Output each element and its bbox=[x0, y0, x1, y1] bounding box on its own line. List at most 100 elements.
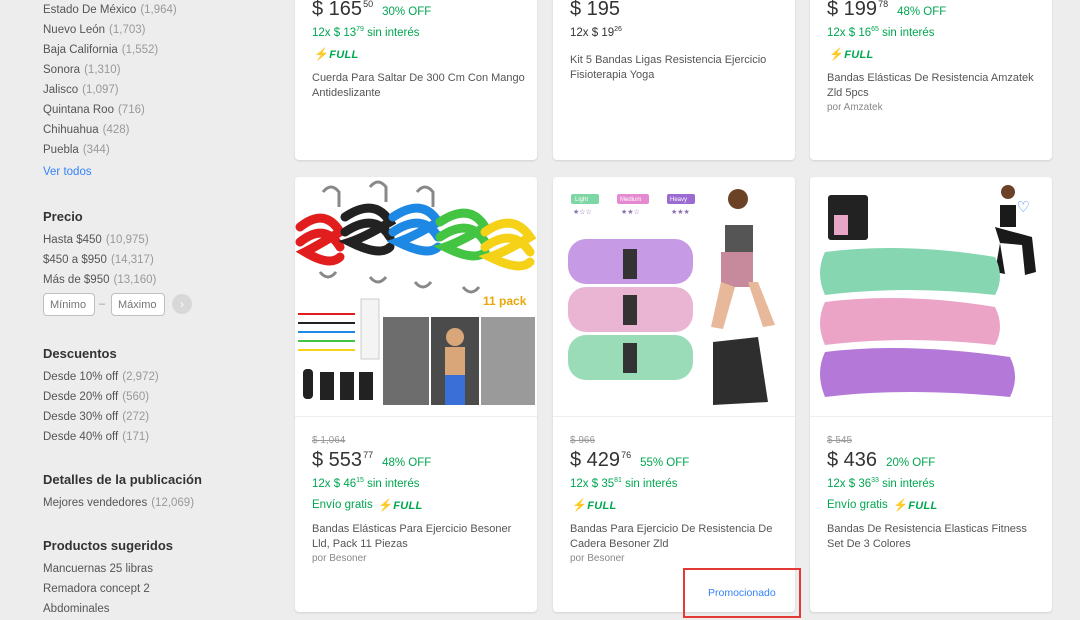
svg-text:★★★: ★★★ bbox=[671, 208, 690, 216]
price-range-dash: – bbox=[99, 298, 106, 310]
price: $ 553 77 48% OFF bbox=[312, 449, 525, 472]
seller-name: por Besoner bbox=[570, 552, 625, 564]
section-title-precio: Precio bbox=[43, 209, 83, 224]
installments: 12x $ 1926 bbox=[570, 26, 622, 39]
suggested-product-link[interactable]: Remadora concept 2 bbox=[43, 583, 150, 595]
price-amount: $ 199 bbox=[827, 0, 878, 20]
shipping: Envío gratis ⚡FULL bbox=[827, 498, 1040, 512]
price: $ 199 78 48% OFF bbox=[827, 0, 1040, 21]
price-amount: $ 195 bbox=[570, 0, 621, 20]
original-price: $ 966 bbox=[570, 435, 596, 446]
original-price: $ 545 bbox=[827, 435, 853, 446]
filter-count: (2,972) bbox=[122, 371, 159, 383]
suggested-product-link[interactable]: Mancuernas 25 libras bbox=[43, 563, 153, 575]
filter-count: (716) bbox=[117, 104, 145, 116]
product-title[interactable]: Bandas Elásticas Para Ejercicio Besoner … bbox=[312, 522, 525, 552]
product-image[interactable]: Light Medium Heavy ★☆☆ ★★☆ ★★★ bbox=[553, 177, 795, 417]
free-shipping-label: Envío gratis bbox=[312, 498, 373, 511]
bolt-icon: ⚡ bbox=[892, 497, 909, 512]
price: $ 165 50 30% OFF bbox=[312, 0, 525, 21]
filter-label: Desde 40% off bbox=[43, 431, 119, 443]
filter-count: (272) bbox=[122, 411, 150, 423]
filter-discount-10[interactable]: Desde 10% off (2,972) bbox=[43, 371, 159, 383]
installments: 12x $ 4615 sin interés bbox=[312, 477, 420, 490]
pack-label: 11 pack bbox=[483, 294, 527, 308]
filter-label: Mejores vendedores bbox=[43, 497, 148, 509]
filter-location-quintana-roo[interactable]: Quintana Roo (716) bbox=[43, 104, 145, 116]
filter-location-jalisco[interactable]: Jalisco (1,097) bbox=[43, 84, 119, 96]
band-level-light: Light bbox=[575, 197, 588, 203]
full-badge: ⚡FULL bbox=[314, 46, 359, 61]
discount-badge: 48% OFF bbox=[897, 6, 947, 18]
installments: 12x $ 1665 sin interés bbox=[827, 26, 935, 39]
product-title[interactable]: Cuerda Para Saltar De 300 Cm Con Mango A… bbox=[312, 71, 525, 101]
filter-price-mas-950[interactable]: Más de $950 (13,160) bbox=[43, 274, 156, 286]
full-badge: ⚡FULL bbox=[892, 497, 938, 512]
full-badge: ⚡FULL bbox=[829, 46, 874, 61]
filter-label: Estado De México bbox=[43, 4, 137, 16]
bolt-icon: ⚡ bbox=[572, 497, 588, 512]
filter-location-chihuahua[interactable]: Chihuahua (428) bbox=[43, 124, 130, 136]
seller-name: por Amzatek bbox=[827, 101, 883, 113]
product-card[interactable]: $ 195 12x $ 1926 Kit 5 Bandas Ligas Resi… bbox=[553, 0, 795, 160]
filter-location-nuevo-leon[interactable]: Nuevo León (1,703) bbox=[43, 24, 145, 36]
price-amount: $ 436 bbox=[827, 449, 878, 471]
band-level-medium: Medium bbox=[620, 197, 641, 203]
filter-location-edomex[interactable]: Estado De México (1,964) bbox=[43, 4, 177, 16]
discount-badge: 20% OFF bbox=[886, 457, 936, 469]
product-card[interactable]: ♡ $ 545 $ 436 20% OFF 12x $ 3633 sin int… bbox=[810, 177, 1052, 612]
product-title[interactable]: Bandas Elásticas De Resistencia Amzatek … bbox=[827, 71, 1040, 101]
product-title[interactable]: Bandas De Resistencia Elasticas Fitness … bbox=[827, 522, 1040, 552]
product-card[interactable]: $ 165 50 30% OFF 12x $ 1379 sin interés ⚡… bbox=[295, 0, 537, 160]
price-cents: 78 bbox=[878, 0, 889, 9]
price-apply-button[interactable]: › bbox=[172, 294, 192, 314]
promoted-label[interactable]: Promocionado bbox=[708, 587, 776, 599]
filter-location-baja-california[interactable]: Baja California (1,552) bbox=[43, 44, 158, 56]
shipping: ⚡FULL bbox=[827, 47, 1040, 61]
filter-label: Desde 10% off bbox=[43, 371, 119, 383]
discount-badge: 48% OFF bbox=[382, 457, 432, 469]
section-title-detalles: Detalles de la publicación bbox=[43, 472, 202, 487]
original-price: $ 1,064 bbox=[312, 435, 346, 446]
filter-count: (10,975) bbox=[105, 234, 149, 246]
shipping: ⚡FULL bbox=[570, 498, 783, 512]
filter-mejores-vendedores[interactable]: Mejores vendedores (12,069) bbox=[43, 497, 194, 509]
filter-label: $450 a $950 bbox=[43, 254, 107, 266]
filter-discount-20[interactable]: Desde 20% off (560) bbox=[43, 391, 149, 403]
filter-label: Desde 20% off bbox=[43, 391, 119, 403]
price-max-input[interactable] bbox=[111, 293, 165, 316]
svg-text:★★☆: ★★☆ bbox=[621, 208, 640, 216]
installments: 12x $ 3633 sin interés bbox=[827, 477, 935, 490]
product-card[interactable]: Light Medium Heavy ★☆☆ ★★☆ ★★★ $ 966 $ 429… bbox=[553, 177, 795, 612]
product-card[interactable]: $ 199 78 48% OFF 12x $ 1665 sin interés ⚡… bbox=[810, 0, 1052, 160]
section-title-sugeridos: Productos sugeridos bbox=[43, 538, 174, 553]
filter-price-450-950[interactable]: $450 a $950 (14,317) bbox=[43, 254, 154, 266]
filter-label: Puebla bbox=[43, 144, 79, 156]
filter-label: Sonora bbox=[43, 64, 81, 76]
product-title[interactable]: Kit 5 Bandas Ligas Resistencia Ejercicio… bbox=[570, 53, 783, 83]
hip-bands-image: Light Medium Heavy ★☆☆ ★★☆ ★★★ bbox=[553, 177, 795, 416]
filter-discount-40[interactable]: Desde 40% off (171) bbox=[43, 431, 149, 443]
filter-label: Hasta $450 bbox=[43, 234, 102, 246]
heart-outline-icon[interactable]: ♡ bbox=[1017, 198, 1030, 216]
bolt-icon: ⚡ bbox=[377, 497, 394, 512]
product-image[interactable]: 11 pack bbox=[295, 177, 537, 417]
filter-location-sonora[interactable]: Sonora (1,310) bbox=[43, 64, 121, 76]
product-card[interactable]: 11 pack $ 1,064 $ 553 77 48% OFF 12x $ 4… bbox=[295, 177, 537, 612]
band-level-heavy: Heavy bbox=[670, 197, 687, 203]
ver-todos-link[interactable]: Ver todos bbox=[43, 166, 92, 178]
filter-count: (1,310) bbox=[84, 64, 121, 76]
full-badge: ⚡FULL bbox=[377, 497, 423, 512]
price-min-input[interactable] bbox=[43, 293, 95, 316]
product-title[interactable]: Bandas Para Ejercicio De Resistencia De … bbox=[570, 522, 783, 552]
bolt-icon: ⚡ bbox=[829, 46, 845, 61]
suggested-product-link[interactable]: Abdominales bbox=[43, 603, 109, 615]
filter-count: (1,703) bbox=[109, 24, 146, 36]
discount-badge: 55% OFF bbox=[640, 457, 690, 469]
price-cents: 77 bbox=[363, 450, 374, 460]
filter-discount-30[interactable]: Desde 30% off (272) bbox=[43, 411, 149, 423]
full-badge: ⚡FULL bbox=[572, 497, 617, 512]
filter-label: Nuevo León bbox=[43, 24, 106, 36]
filter-price-hasta-450[interactable]: Hasta $450 (10,975) bbox=[43, 234, 149, 246]
filter-location-puebla[interactable]: Puebla (344) bbox=[43, 144, 110, 156]
